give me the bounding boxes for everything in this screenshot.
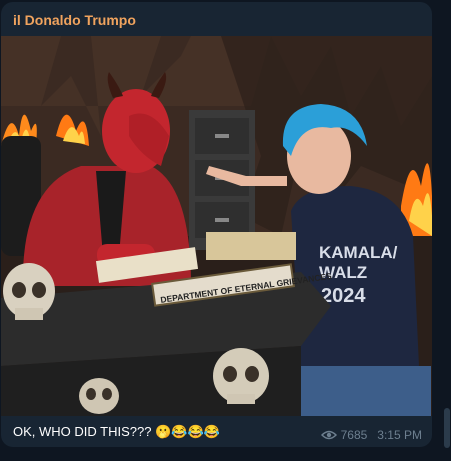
shirt-text-line1: KAMALA/ [319,243,398,262]
view-count: 7685 [340,428,368,442]
message-photo[interactable]: KAMALA/ WALZ 2024 DEPARTMENT OF ETERNAL … [1,36,432,416]
message-meta: 7685 3:15 PM [320,428,422,442]
photo-illustration: KAMALA/ WALZ 2024 DEPARTMENT OF ETERNAL … [1,36,432,416]
message-time: 3:15 PM [377,428,422,442]
message-caption[interactable]: OK, WHO DID THIS??? 🫢😂😂😂 [13,424,220,440]
scrollbar-thumb[interactable] [444,408,450,448]
message-bubble[interactable]: il Donaldo Trumpo KAMALA/ WALZ 2024 DEPA… [1,2,432,447]
skull-floor-left [79,378,119,414]
sender-name[interactable]: il Donaldo Trumpo [13,12,136,28]
scrollbar-track[interactable] [443,0,451,461]
skull-floor-center [213,348,269,404]
eye-icon [320,430,337,440]
